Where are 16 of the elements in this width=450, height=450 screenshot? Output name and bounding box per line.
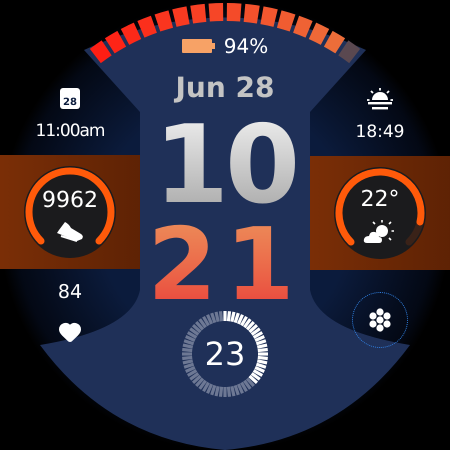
partly-sunny-icon: [363, 219, 397, 245]
gauge-value: 22°: [360, 189, 400, 211]
apps-button[interactable]: [352, 292, 408, 348]
shoe-icon: [55, 220, 85, 242]
event-time: 11:00am: [36, 123, 104, 140]
heart-rate: 84: [58, 283, 82, 302]
battery-percent: 94%: [224, 36, 268, 56]
calendar-icon: 28: [60, 88, 80, 109]
flower-icon: [368, 308, 392, 332]
sunset-icon: [367, 88, 393, 110]
gauge-value: 9962: [42, 190, 98, 212]
heart-icon: [58, 320, 82, 344]
date-text: Jun 28: [176, 74, 274, 102]
sunset-time: 18:49: [356, 124, 404, 141]
seconds-text: 23: [204, 338, 246, 370]
battery-icon: [182, 38, 216, 54]
